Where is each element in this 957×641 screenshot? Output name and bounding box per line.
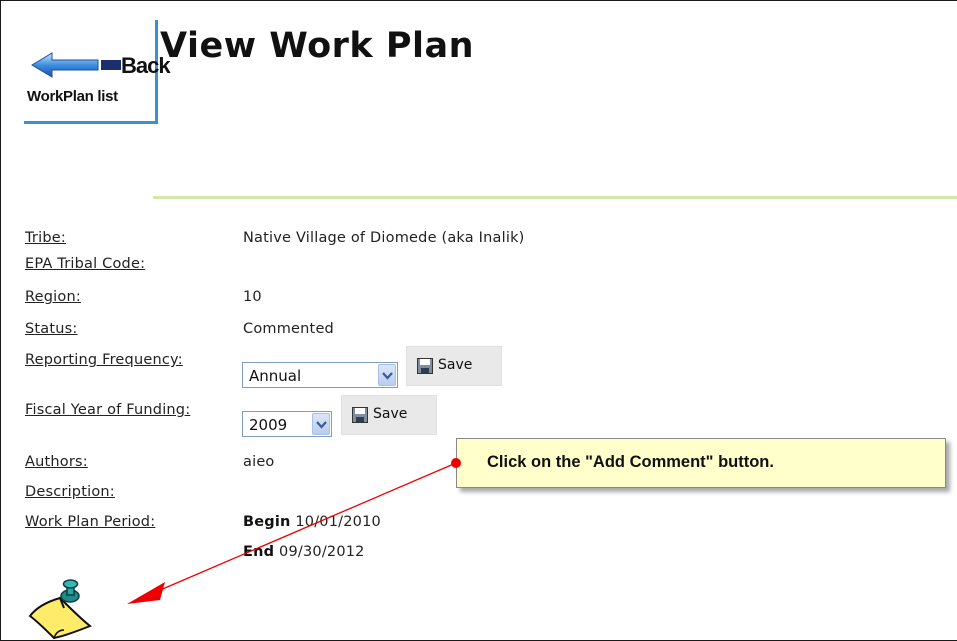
fiscal-year-select[interactable]: 2009 [242,411,332,437]
authors-label: Authors: [25,454,88,470]
chevron-down-icon [312,413,330,435]
reporting-frequency-value: Annual [249,367,302,385]
save-label: Save [373,406,408,422]
region-label: Region: [25,289,81,305]
instruction-callout: Click on the "Add Comment" button. [456,438,946,488]
region-value: 10 [243,289,262,305]
reporting-frequency-select[interactable]: Annual [242,362,398,388]
end-date: End 09/30/2012 [243,544,365,560]
description-label: Description: [25,484,115,500]
begin-label: Begin [243,514,291,530]
divider [153,196,957,199]
end-label: End [243,544,275,560]
fiscal-year-value: 2009 [249,416,288,434]
end-value: 09/30/2012 [279,544,365,560]
epa-tribal-code-label: EPA Tribal Code: [25,256,146,272]
back-sublabel: WorkPlan list [27,88,118,105]
status-label: Status: [25,321,78,337]
fiscal-year-label: Fiscal Year of Funding: [25,402,191,418]
callout-text: Click on the "Add Comment" button. [487,453,774,471]
tribe-value: Native Village of Diomede (aka Inalik) [243,230,525,246]
tribe-label: Tribe: [25,230,66,246]
sticky-note-pushpin-icon[interactable] [24,578,96,640]
save-fiscal-year-button[interactable]: Save [341,395,437,435]
authors-value: aieo [243,454,275,470]
save-label: Save [438,357,473,373]
chevron-down-icon [378,364,396,386]
begin-date: Begin 10/01/2010 [243,514,381,530]
floppy-disk-icon [417,358,433,374]
reporting-frequency-label: Reporting Frequency: [25,352,183,368]
left-arrow-icon [31,52,121,78]
back-to-workplan-list-button[interactable]: Back WorkPlan list [24,20,171,124]
page-title: View Work Plan [160,26,475,66]
status-value: Commented [243,321,334,337]
save-reporting-frequency-button[interactable]: Save [406,346,502,386]
work-plan-period-label: Work Plan Period: [25,514,156,530]
begin-value: 10/01/2010 [295,514,381,530]
floppy-disk-icon [352,407,368,423]
